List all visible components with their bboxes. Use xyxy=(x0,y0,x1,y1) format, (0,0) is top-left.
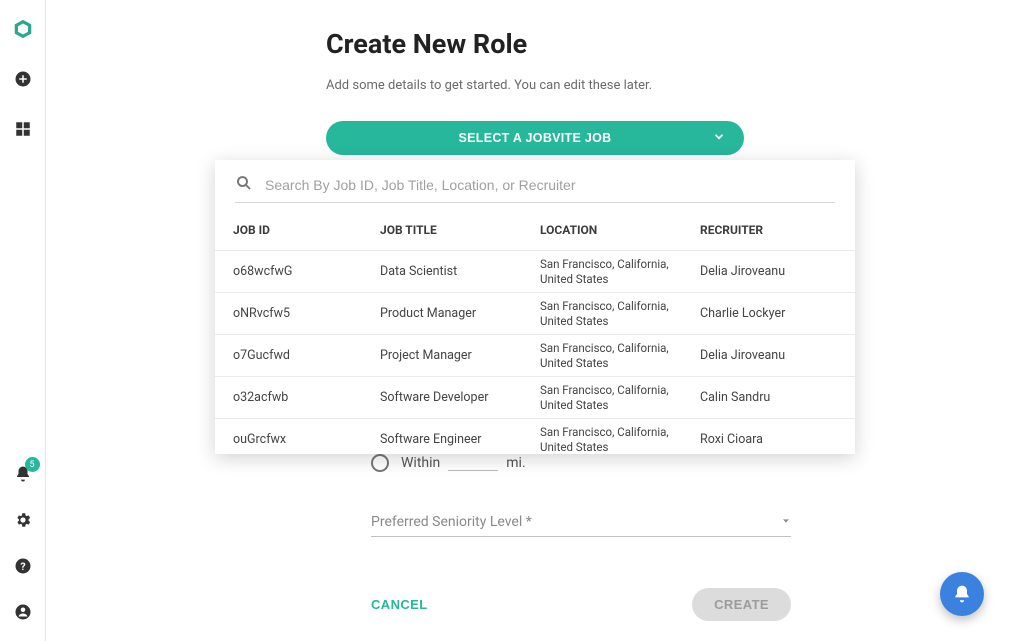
col-location: LOCATION xyxy=(540,223,700,237)
help-icon[interactable]: ? xyxy=(12,555,34,577)
seniority-label: Preferred Seniority Level * xyxy=(371,514,532,530)
cell-recruiter: Delia Jiroveanu xyxy=(700,264,837,279)
col-recruiter: RECRUITER xyxy=(700,223,837,237)
cell-recruiter: Delia Jiroveanu xyxy=(700,348,837,363)
table-row[interactable]: oNRvcfw5 Product Manager San Francisco, … xyxy=(215,293,855,335)
cell-location: San Francisco, California, United States xyxy=(540,341,700,370)
cell-location: San Francisco, California, United States xyxy=(540,257,700,286)
notifications-icon[interactable]: 5 xyxy=(12,463,34,485)
within-label: Within xyxy=(401,455,440,471)
account-icon[interactable] xyxy=(12,601,34,623)
cell-job-title: Product Manager xyxy=(380,306,540,321)
jobs-table: JOB ID JOB TITLE LOCATION RECRUITER o68w… xyxy=(215,209,855,454)
cell-location: San Francisco, California, United States xyxy=(540,425,700,454)
page-subtitle: Add some details to get started. You can… xyxy=(326,78,746,93)
within-unit: mi. xyxy=(506,455,525,471)
select-jobvite-button[interactable]: SELECT A JOBVITE JOB xyxy=(326,121,744,155)
table-row[interactable]: o68wcfwG Data Scientist San Francisco, C… xyxy=(215,251,855,293)
cell-job-title: Software Engineer xyxy=(380,432,540,447)
logo-icon[interactable] xyxy=(12,18,34,40)
create-button: CREATE xyxy=(692,588,791,621)
table-row[interactable]: o7Gucfwd Project Manager San Francisco, … xyxy=(215,335,855,377)
cell-job-id: oNRvcfw5 xyxy=(233,306,380,321)
cell-job-title: Project Manager xyxy=(380,348,540,363)
cell-recruiter: Charlie Lockyer xyxy=(700,306,837,321)
table-row[interactable]: ouGrcfwx Software Engineer San Francisco… xyxy=(215,419,855,454)
notification-badge: 5 xyxy=(25,457,40,472)
cell-job-id: o7Gucfwd xyxy=(233,348,380,363)
table-header: JOB ID JOB TITLE LOCATION RECRUITER xyxy=(215,209,855,251)
table-row[interactable]: o32acfwb Software Developer San Francisc… xyxy=(215,377,855,419)
within-radius-option[interactable]: Within mi. xyxy=(371,454,526,472)
dashboard-icon[interactable] xyxy=(12,118,34,140)
cell-recruiter: Roxi Cioara xyxy=(700,432,837,447)
page-title: Create New Role xyxy=(326,28,746,60)
col-job-id: JOB ID xyxy=(233,223,380,237)
settings-icon[interactable] xyxy=(12,509,34,531)
cell-job-id: o32acfwb xyxy=(233,390,380,405)
search-icon xyxy=(235,174,253,196)
jobvite-dropdown: JOB ID JOB TITLE LOCATION RECRUITER o68w… xyxy=(215,160,855,454)
add-icon[interactable] xyxy=(12,68,34,90)
col-job-title: JOB TITLE xyxy=(380,223,540,237)
radio-icon[interactable] xyxy=(371,454,389,472)
chevron-down-icon xyxy=(712,130,726,147)
caret-down-icon xyxy=(781,514,791,530)
action-row: CANCEL CREATE xyxy=(371,588,791,621)
cell-job-title: Data Scientist xyxy=(380,264,540,279)
sidebar: 5 ? xyxy=(0,0,46,641)
cell-job-title: Software Developer xyxy=(380,390,540,405)
cell-recruiter: Calin Sandru xyxy=(700,390,837,405)
cancel-button[interactable]: CANCEL xyxy=(371,597,428,612)
cell-job-id: ouGrcfwx xyxy=(233,432,380,447)
cell-location: San Francisco, California, United States xyxy=(540,299,700,328)
cell-location: San Francisco, California, United States xyxy=(540,383,700,412)
seniority-select[interactable]: Preferred Seniority Level * xyxy=(371,514,791,537)
notifications-fab[interactable] xyxy=(940,572,984,616)
svg-text:?: ? xyxy=(20,560,25,573)
search-input[interactable] xyxy=(265,177,835,193)
within-input[interactable] xyxy=(448,455,498,471)
cell-job-id: o68wcfwG xyxy=(233,264,380,279)
